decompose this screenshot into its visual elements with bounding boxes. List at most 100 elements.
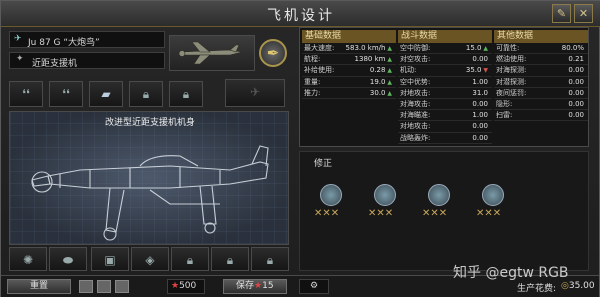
engine-module-icon: ▰ (101, 87, 111, 101)
stat-row: 扫雷: 0.00 (494, 110, 588, 122)
model-toggle[interactable]: ⚙ (299, 279, 329, 294)
armor-slot[interactable]: ⬬ (49, 247, 87, 271)
experience-cost: ★500 (167, 279, 205, 294)
stat-label: 推力: (304, 88, 321, 97)
stat-row: 隐形: 0.00 (494, 99, 588, 111)
plane-type-icon: ✈ (14, 34, 22, 44)
stat-label: 机动: (400, 66, 417, 75)
stat-row: 夜间惩罚: 0.00 (494, 88, 588, 99)
stat-row: 航程: 1380 km ▲ (302, 54, 396, 66)
stat-value-text: 80.0% (561, 44, 584, 52)
toggle-icon[interactable] (97, 280, 111, 293)
trend-up-icon: ▲ (385, 67, 392, 75)
modifier-stars: ✕✕✕ (422, 208, 448, 219)
experience-icon: ★ (254, 281, 263, 291)
basic-stats-column: 基础数据 最大速度: 583.0 km/h ▲ 航程: 1380 km ▲ 补给使用: 0… (302, 30, 396, 99)
stat-value-text: 0.00 (568, 66, 584, 75)
lock-icon: 🔒︎ (182, 87, 190, 101)
toggle-icon[interactable] (115, 280, 129, 293)
stat-value-text: 0.00 (568, 99, 584, 108)
stat-value: 80.0% (562, 43, 584, 54)
fuel-tank-icon: ⬬ (62, 253, 74, 267)
stat-label: 对海瞄准: (400, 111, 431, 120)
module-slot-3[interactable]: ▰ (89, 81, 123, 107)
stat-row: 空中优势: 1.00 (398, 77, 492, 88)
experience-cost-value: 500 (179, 281, 197, 291)
lock-icon: 🔒︎ (266, 253, 274, 267)
modifier-list: ✕✕✕ ✕✕✕ ✕✕✕ ✕✕✕ (306, 184, 590, 228)
title-bar: 飞机设计 ✎ ✕ (1, 1, 600, 27)
trend-up-icon: ▲ (385, 56, 392, 64)
engine-icon: ✺ (22, 253, 34, 267)
lock-icon: 🔒︎ (142, 87, 150, 101)
stat-value: 0.21 (568, 54, 584, 65)
module-slot-1[interactable]: ❛❛ (9, 81, 43, 107)
module-slot-locked-5[interactable]: 🔒︎ (251, 247, 289, 271)
stat-label: 补给使用: (304, 66, 335, 75)
stat-row: 推力: 30.0 ▲ (302, 88, 396, 99)
toggle-icon[interactable] (79, 280, 93, 293)
basic-stats-header: 基础数据 (302, 30, 396, 43)
stat-value-text: 35.0 (465, 66, 482, 75)
stat-label: 航程: (304, 55, 321, 64)
edit-icon-button[interactable]: ✎ (552, 4, 571, 23)
stat-value: 1.00 (472, 77, 488, 88)
stat-row: 对地攻击: 0.00 (398, 121, 492, 133)
stat-value: 0.00 (568, 99, 584, 110)
modifiers-header: 修正 (314, 159, 333, 169)
stat-value-text: 30.0 (369, 88, 386, 97)
trend-up-icon: ▲ (385, 45, 392, 52)
lock-icon: 🔒︎ (226, 253, 234, 267)
engine-slot[interactable]: ✺ (9, 247, 47, 271)
special-slot-2[interactable]: ◈ (131, 247, 169, 271)
stat-row: 对空攻击: 0.00 (398, 54, 492, 66)
production-cost-label: 生产花费: (517, 284, 557, 294)
special-slot-1[interactable]: ▣ (91, 247, 129, 271)
stat-value-text: 1.00 (472, 111, 488, 120)
aircraft-modifier-icon (374, 184, 396, 206)
stat-value: 0.00 (472, 133, 488, 144)
trend-up-icon: ▲ (481, 45, 488, 52)
save-button[interactable]: 保存★15 (223, 279, 287, 294)
reset-button[interactable]: 重置 (7, 279, 71, 294)
stat-value: 35.0 ▼ (466, 65, 488, 76)
gear-icon: ◎ (561, 281, 569, 291)
stat-value: 31.0 (472, 88, 488, 99)
stat-label: 空中防御: (400, 44, 431, 52)
plane-role-field[interactable]: ✦ 近距支援机 (9, 52, 165, 69)
stat-label: 战略轰炸: (400, 133, 431, 142)
stat-value-text: 0.00 (472, 122, 488, 131)
save-cost-value: 15 (262, 281, 274, 291)
module-slot-locked-1[interactable]: 🔒︎ (129, 81, 163, 107)
modifier-slot-4[interactable]: ✕✕✕ (476, 184, 510, 230)
random-design-button[interactable]: ✒ (259, 39, 287, 67)
trend-up-icon: ▲ (385, 78, 392, 86)
close-button[interactable]: ✕ (574, 4, 593, 23)
module-slot-locked-3[interactable]: 🔒︎ (171, 247, 209, 271)
stat-label: 夜间惩罚: (496, 88, 527, 97)
aircraft-design-window: 飞机设计 ✎ ✕ ✈ Ju 87 G “大炮鸟” ✦ 近距支援机 ✒ ❛❛ ❛❛… (0, 0, 600, 297)
module-slot-locked-2[interactable]: 🔒︎ (169, 81, 203, 107)
module-slot-2[interactable]: ❛❛ (49, 81, 83, 107)
stat-row: 对潜探测: 0.00 (494, 77, 588, 88)
role-icon: ✦ (16, 54, 24, 64)
plane-name: Ju 87 G “大炮鸟” (28, 38, 100, 48)
stat-label: 对海探测: (496, 66, 527, 75)
stat-value: 0.28 ▲ (370, 65, 392, 76)
modifier-slot-3[interactable]: ✕✕✕ (422, 184, 456, 230)
armor-plate-icon: ◈ (145, 253, 155, 267)
module-slot-locked-4[interactable]: 🔒︎ (211, 247, 249, 271)
stat-label: 对空攻击: (400, 55, 431, 64)
plane-name-field[interactable]: ✈ Ju 87 G “大炮鸟” (9, 31, 165, 48)
stat-row: 战略轰炸: 0.00 (398, 133, 492, 144)
modifier-slot-1[interactable]: ✕✕✕ (314, 184, 348, 230)
module-slot-plane-silhouette[interactable]: ✈ (225, 79, 285, 107)
stat-value-text: 0.00 (472, 133, 488, 142)
other-stats-column: 其他数据 可靠性: 80.0% 燃油使用: 0.21 对海探测: 0.00 对潜探测: 0.0… (494, 30, 588, 122)
stat-label: 可靠性: (496, 44, 520, 52)
radio-icon: ▣ (104, 253, 116, 267)
stat-value-text: 0.28 (369, 66, 386, 75)
modifier-slot-2[interactable]: ✕✕✕ (368, 184, 402, 230)
watermark: 知乎 @egtw RGB (453, 265, 569, 281)
window-title: 飞机设计 (267, 8, 335, 24)
